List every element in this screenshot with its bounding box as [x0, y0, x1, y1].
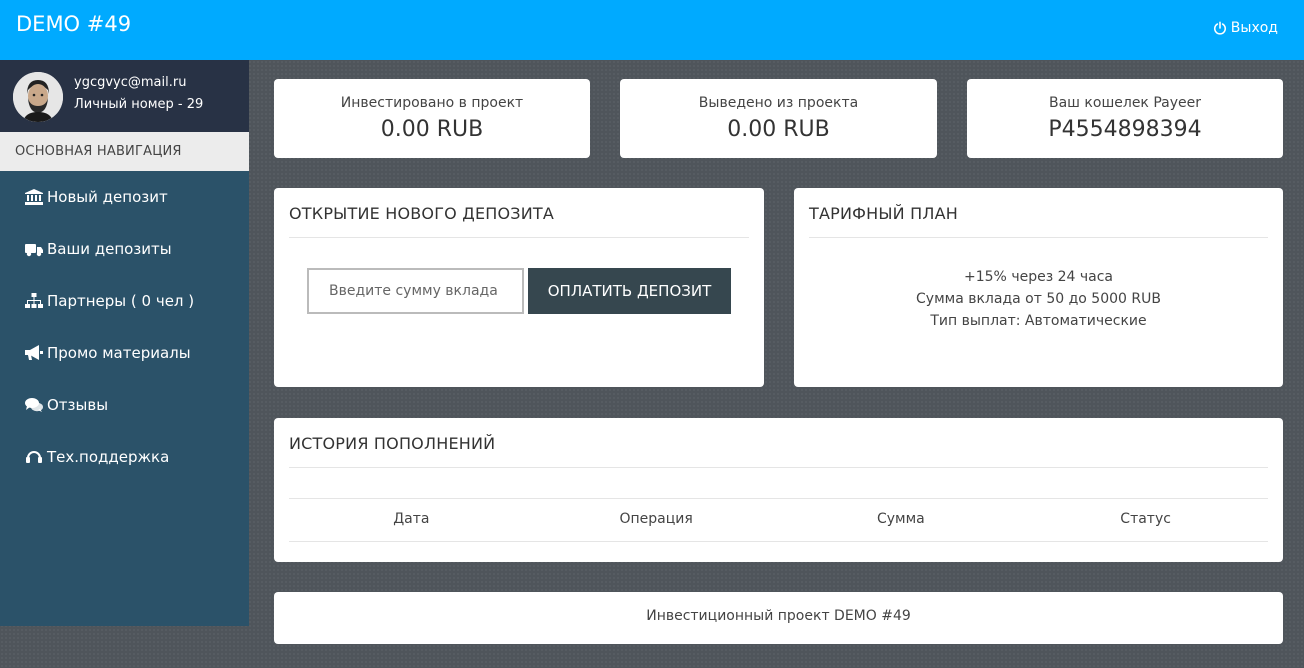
sidebar-item-label: Ваши депозиты [47, 240, 172, 258]
stat-value: 0.00 RUB [727, 117, 830, 142]
sidebar-item-label: Партнеры ( 0 чел ) [47, 292, 195, 310]
stat-label: Инвестировано в проект [340, 95, 524, 111]
history-table-header: Дата Операция Сумма Статус [289, 498, 1268, 542]
sidebar-item-reviews[interactable]: Отзывы [0, 379, 249, 431]
stat-card-withdrawn: Выведено из проекта 0.00 RUB [620, 79, 937, 158]
column-header-operation[interactable]: Операция [534, 499, 779, 541]
stat-card-invested: Инвестировано в проект 0.00 RUB [274, 79, 590, 158]
user-account-number: Личный номер - 29 [74, 97, 204, 112]
sidebar-item-label: Тех.поддержка [47, 448, 170, 466]
sidebar-item-new-deposit[interactable]: Новый депозит [0, 171, 249, 223]
tariff-plan-panel: ТАРИФНЫЙ ПЛАН +15% через 24 часа Сумма в… [794, 188, 1283, 387]
stat-value: 0.00 RUB [380, 117, 484, 142]
stat-label: Ваш кошелек Payeer [1048, 95, 1202, 111]
panel-title: ОТКРЫТИЕ НОВОГО ДЕПОЗИТА [289, 204, 749, 238]
panel-title: ИСТОРИЯ ПОПОЛНЕНИЙ [289, 434, 1268, 468]
new-deposit-panel: ОТКРЫТИЕ НОВОГО ДЕПОЗИТА ОПЛАТИТЬ ДЕПОЗИ… [274, 188, 764, 387]
plan-line: Тип выплат: Автоматические [930, 313, 1147, 329]
user-panel: ygcgvyc@mail.ru Личный номер - 29 [0, 60, 249, 132]
plan-line: Сумма вклада от 50 до 5000 RUB [916, 291, 1161, 307]
pay-deposit-button[interactable]: ОПЛАТИТЬ ДЕПОЗИТ [528, 268, 731, 314]
footer-text: Инвестиционный проект DEMO #49 [646, 608, 911, 624]
plan-line: +15% через 24 часа [964, 269, 1113, 285]
logout-button[interactable]: Выход [1213, 20, 1278, 36]
sidebar-item-label: Отзывы [47, 396, 109, 414]
bullhorn-icon [25, 345, 43, 360]
power-icon [1213, 21, 1226, 35]
sidebar: ygcgvyc@mail.ru Личный номер - 29 ОСНОВН… [0, 60, 249, 626]
sidebar-item-support[interactable]: Тех.поддержка [0, 431, 249, 483]
sidebar-item-promo[interactable]: Промо материалы [0, 327, 249, 379]
brand-logo[interactable]: DEMO #49 [16, 12, 131, 36]
bank-icon [25, 189, 43, 205]
user-email: ygcgvyc@mail.ru [74, 75, 187, 90]
stat-value: P4554898394 [1048, 117, 1202, 142]
sidebar-item-my-deposits[interactable]: Ваши депозиты [0, 223, 249, 275]
column-header-date[interactable]: Дата [289, 499, 534, 541]
deposit-history-panel: ИСТОРИЯ ПОПОЛНЕНИЙ Дата Операция Сумма С… [274, 418, 1283, 562]
sidebar-item-label: Промо материалы [47, 344, 191, 362]
stat-card-wallet: Ваш кошелек Payeer P4554898394 [967, 79, 1283, 158]
stat-label: Выведено из проекта [698, 95, 859, 111]
truck-icon [25, 244, 43, 257]
top-bar: DEMO #49 Выход [0, 0, 1304, 60]
sidebar-item-partners[interactable]: Партнеры ( 0 чел ) [0, 275, 249, 327]
footer: Инвестиционный проект DEMO #49 [274, 592, 1283, 644]
sidebar-item-label: Новый депозит [47, 188, 168, 206]
comments-icon [25, 398, 43, 412]
sitemap-icon [25, 293, 43, 308]
logout-label: Выход [1230, 20, 1278, 36]
column-header-amount[interactable]: Сумма [779, 499, 1024, 541]
column-header-status[interactable]: Статус [1023, 499, 1268, 541]
nav-header: ОСНОВНАЯ НАВИГАЦИЯ [0, 132, 249, 171]
panel-title: ТАРИФНЫЙ ПЛАН [809, 204, 1268, 238]
headset-icon [26, 451, 42, 463]
deposit-amount-input[interactable] [307, 268, 524, 314]
avatar [13, 72, 63, 122]
